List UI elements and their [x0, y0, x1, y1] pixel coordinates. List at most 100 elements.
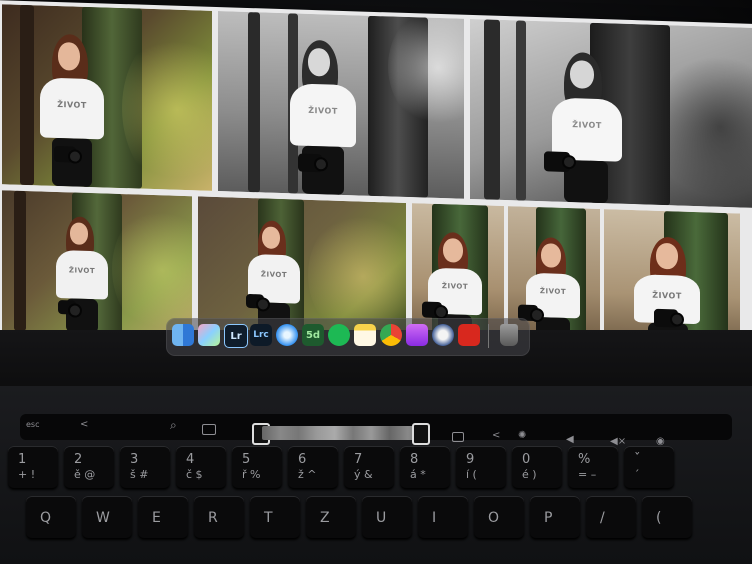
key-label: 0 [522, 452, 531, 467]
key-sublabel: ž ^ [298, 468, 317, 481]
key-9[interactable]: 9í ( [456, 446, 506, 488]
key-label: 3 [130, 452, 139, 467]
camera-icon [544, 151, 570, 173]
key-0[interactable]: 0é ) [512, 446, 562, 488]
woman-figure: ŽIVOT [54, 216, 118, 334]
key-label: 5 [242, 452, 251, 467]
key-R[interactable]: R [194, 496, 244, 538]
safari-icon[interactable] [276, 324, 298, 346]
key-sublabel: á * [410, 468, 426, 481]
chevron-left-icon[interactable]: < [492, 430, 500, 441]
shirt-text: ŽIVOT [441, 282, 469, 291]
key-label: ˇ [634, 452, 641, 467]
key-([interactable]: ( [642, 496, 692, 538]
woman-figure: ŽIVOT [38, 33, 118, 188]
key-U[interactable]: U [362, 496, 412, 538]
key-E[interactable]: E [138, 496, 188, 538]
key-2[interactable]: 2ě @ [64, 446, 114, 488]
volume-icon[interactable]: ◀ [566, 434, 574, 445]
key-label: Q [40, 510, 52, 526]
shirt-text: ŽIVOT [308, 105, 338, 116]
key-label: E [152, 510, 161, 526]
notes-icon[interactable] [354, 324, 376, 346]
finder-icon[interactable] [172, 324, 194, 346]
key-label: I [432, 510, 437, 526]
podcasts-icon[interactable] [406, 324, 428, 346]
key-sublabel: + ! [18, 468, 36, 481]
key-label: 6 [298, 452, 307, 467]
thumbnail-3[interactable]: ŽIVOT [470, 18, 752, 208]
key-label: % [578, 452, 591, 467]
window-icon[interactable] [202, 424, 216, 435]
acrobat-icon[interactable] [458, 324, 480, 346]
dock: Lr Lrc 5d [166, 318, 530, 356]
key-Q[interactable]: Q [26, 496, 76, 538]
woman-figure: ŽIVOT [288, 39, 368, 196]
key-T[interactable]: T [250, 496, 300, 538]
key-Z[interactable]: Z [306, 496, 356, 538]
shirt-text: ŽIVOT [572, 120, 602, 131]
key-sublabel: í ( [466, 468, 477, 481]
app-5d-icon[interactable]: 5d [302, 324, 324, 346]
key-5[interactable]: 5ř % [232, 446, 282, 488]
key-sublabel: é ) [522, 468, 537, 481]
thumbnail-4[interactable]: ŽIVOT [2, 190, 192, 337]
key-sublabel: ´ [634, 468, 640, 481]
key-label: W [96, 510, 110, 526]
search-icon[interactable]: ⌕ [170, 418, 177, 433]
key-label: P [544, 510, 553, 526]
key-/[interactable]: / [586, 496, 636, 538]
key-label: 1 [18, 452, 27, 467]
dock-divider [488, 324, 489, 348]
camera-icon [54, 145, 76, 163]
key-1[interactable]: 1 + ! [8, 446, 58, 488]
woman-figure: ŽIVOT [544, 51, 638, 204]
key-label: T [264, 510, 273, 526]
key-sublabel: = – [578, 468, 597, 481]
brightness-icon[interactable]: ✺ [518, 430, 526, 441]
key-label: Z [320, 510, 330, 526]
key-label: R [208, 510, 218, 526]
shirt-text: ŽIVOT [260, 270, 288, 280]
camera-icon [58, 300, 76, 315]
chrome-icon[interactable] [380, 324, 402, 346]
key-8[interactable]: 8á * [400, 446, 450, 488]
lightroom-classic-icon[interactable]: Lrc [250, 324, 272, 346]
key-sublabel: š # [130, 468, 149, 481]
key-4[interactable]: 4č $ [176, 446, 226, 488]
camera-icon [298, 153, 322, 173]
key-7[interactable]: 7ý & [344, 446, 394, 488]
key-label: 9 [466, 452, 475, 467]
key-%[interactable]: % = – [568, 446, 618, 488]
shirt-text: ŽIVOT [652, 290, 682, 301]
lightroom-icon[interactable]: Lr [224, 324, 248, 348]
spotify-icon[interactable] [328, 324, 350, 346]
key-label: 7 [354, 452, 363, 467]
camera-icon [422, 301, 442, 319]
thumbnail-2[interactable]: ŽIVOT [218, 11, 464, 199]
key-P[interactable]: P [530, 496, 580, 538]
photo-of-laptop: ŽIVOT ŽIVOT ŽIVOT ŽIVOT ŽIVOT ŽIVOT ŽIVO… [0, 0, 752, 564]
launchpad-icon[interactable] [198, 324, 220, 346]
key-label: 2 [74, 452, 83, 467]
scrub-right-handle[interactable] [412, 423, 430, 445]
key-6[interactable]: 6ž ^ [288, 446, 338, 488]
trash-icon[interactable] [500, 324, 518, 346]
thumbnail-strip[interactable] [262, 426, 426, 440]
camera-icon [654, 308, 678, 328]
esc-key-label[interactable]: esc [26, 420, 40, 429]
copy-icon[interactable] [452, 432, 464, 442]
thumbnail-1[interactable]: ŽIVOT [2, 4, 212, 191]
key-label: 8 [410, 452, 419, 467]
key-ˇ[interactable]: ˇ ´ [624, 446, 674, 488]
key-label: O [488, 510, 500, 526]
shirt-text: ŽIVOT [57, 99, 87, 110]
key-W[interactable]: W [82, 496, 132, 538]
key-label: / [600, 510, 605, 526]
back-icon[interactable]: < [80, 419, 88, 430]
laptop-screen: ŽIVOT ŽIVOT ŽIVOT ŽIVOT ŽIVOT ŽIVOT ŽIVO… [0, 0, 752, 360]
key-O[interactable]: O [474, 496, 524, 538]
key-3[interactable]: 3š # [120, 446, 170, 488]
swirl-app-icon[interactable] [432, 324, 454, 346]
key-I[interactable]: I [418, 496, 468, 538]
